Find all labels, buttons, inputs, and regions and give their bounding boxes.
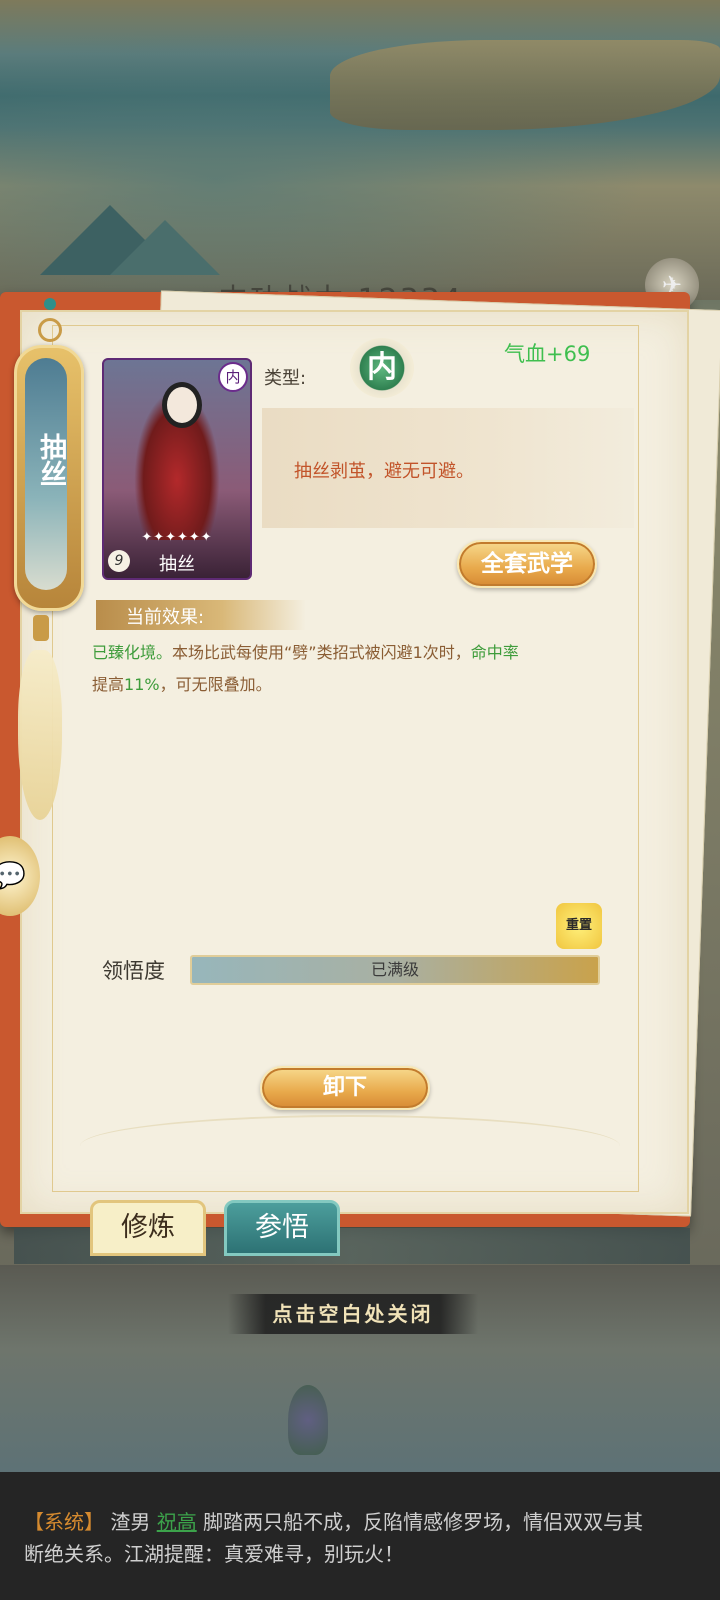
character-head [162,382,202,428]
card-name: 抽丝 [159,554,195,575]
cloud-decoration [80,1115,620,1177]
mountain-decoration [110,220,220,275]
current-effect-label: 当前效果: [126,607,205,628]
tab-comprehend[interactable]: 参悟 [224,1200,340,1256]
background-scene [0,0,720,300]
tassel-knot-decoration [33,615,49,641]
bead-decoration [44,298,56,310]
effect-text: 命中率 [470,643,519,662]
type-label: 类型: [264,368,307,389]
effect-value: 11% [124,675,160,694]
skill-title-ribbon: 抽丝 [14,345,84,611]
chat-panel[interactable]: 【系统】 渣男 祝高 脚踏两只船不成，反陷情感修罗场，情侣双双与其 断绝关系。江… [0,1472,720,1600]
effect-text: ，可无限叠加。 [159,675,272,694]
skill-card: 内 ✦✦✦✦✦✦ 9 抽丝 [102,358,252,580]
unequip-button[interactable]: 卸下 [260,1066,430,1110]
chat-system-tag: 【系统】 [24,1510,104,1534]
chat-username-link[interactable]: 祝高 [157,1510,197,1534]
skill-title: 抽丝 [35,433,66,487]
effect-line-1: 已臻化境。本场比武每使用“劈”类招式被闪避1次时，命中率 [92,637,519,669]
chat-message-line-2: 断绝关系。江湖提醒：真爱难寻，别玩火！ [24,1542,404,1566]
card-type-badge: 内 [218,362,248,392]
comprehension-status: 已满级 [370,960,419,979]
current-effect-header: 当前效果: [96,600,306,630]
close-hint[interactable]: 点击空白处关闭 [228,1294,478,1334]
ring-decoration [38,318,62,342]
tassel-decoration [18,650,62,820]
effect-text: 已臻化境。 [92,643,173,662]
full-set-button[interactable]: 全套武学 [457,540,597,588]
inner-type-icon: 内 [350,338,414,398]
reset-icon[interactable]: 重置 [556,903,602,949]
skill-description: 抽丝剥茧，避无可避。 [294,461,474,482]
chat-text: 脚踏两只船不成，反陷情感修罗场，情侣双双与其 [203,1510,644,1534]
tab-cultivate[interactable]: 修炼 [90,1200,206,1256]
effect-text: 提高 [92,675,125,694]
stat-bonus: 气血+69 [504,342,591,366]
effect-text: 本场比武每使用“劈”类招式被闪避1次时， [172,643,471,662]
cliff-decoration [330,40,720,130]
chat-message-line-1: 【系统】 渣男 祝高 脚踏两只船不成，反陷情感修罗场，情侣双双与其 [24,1506,643,1535]
comprehension-label: 领悟度 [102,959,165,983]
chat-text: 渣男 [110,1510,151,1534]
comprehension-progress-bar: 已满级 [190,955,600,985]
effect-line-2: 提高11%，可无限叠加。 [92,669,272,701]
card-star-rating: ✦✦✦✦✦✦ [141,530,213,545]
bush-decoration [288,1385,328,1455]
